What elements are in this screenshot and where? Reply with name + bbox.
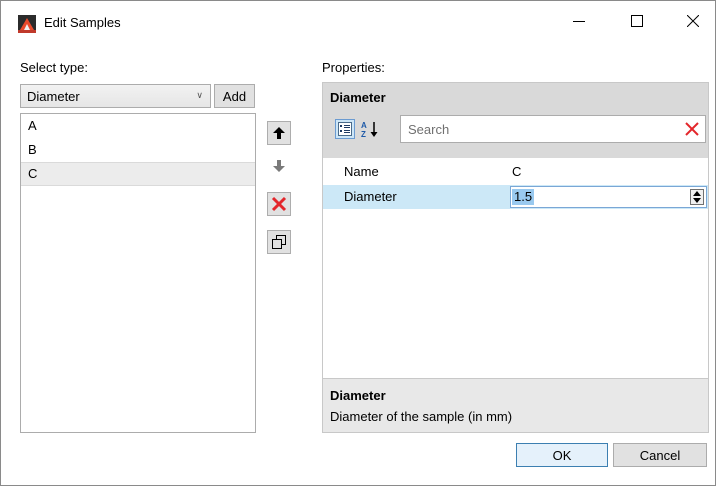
delete-button[interactable]	[267, 192, 291, 216]
categorized-view-button[interactable]	[335, 119, 355, 139]
categorized-icon	[338, 122, 352, 136]
property-row-diameter[interactable]: Diameter 1.5	[323, 185, 708, 209]
cancel-button[interactable]: Cancel	[613, 443, 707, 467]
select-type-label: Select type:	[20, 60, 88, 75]
ok-button[interactable]: OK	[516, 443, 608, 467]
move-down-button[interactable]	[267, 154, 291, 178]
list-item[interactable]: A	[21, 114, 255, 138]
property-grid: Diameter A Z Search Name C Diameter 1.5 …	[322, 82, 709, 433]
property-name: Name	[344, 164, 379, 179]
window-title: Edit Samples	[44, 15, 121, 30]
minimize-icon	[573, 21, 585, 22]
property-value: 1.5	[512, 189, 535, 205]
svg-text:Z: Z	[361, 130, 366, 138]
duplicate-button[interactable]	[267, 230, 291, 254]
delete-x-icon	[271, 196, 287, 212]
copy-icon	[272, 235, 286, 249]
property-name: Diameter	[344, 189, 397, 204]
diameter-value-input[interactable]: 1.5	[510, 186, 707, 208]
close-button[interactable]	[670, 1, 716, 41]
search-placeholder: Search	[408, 122, 450, 137]
spin-up-down-icon	[693, 191, 701, 203]
move-up-button[interactable]	[267, 121, 291, 145]
list-item-selected[interactable]: C	[21, 162, 255, 186]
app-icon	[18, 15, 36, 33]
property-rows: Name C Diameter 1.5	[323, 158, 708, 378]
arrow-up-icon	[273, 127, 285, 139]
samples-list: A B C	[20, 113, 256, 433]
alphabetical-sort-button[interactable]: A Z	[359, 119, 381, 139]
value-spinner[interactable]	[690, 189, 704, 205]
description-title: Diameter	[330, 388, 386, 403]
edit-samples-dialog: Edit Samples Select type: Diameter ∨ Add…	[0, 0, 716, 486]
add-button[interactable]: Add	[214, 84, 255, 108]
properties-label: Properties:	[322, 60, 385, 75]
description-text: Diameter of the sample (in mm)	[330, 409, 513, 424]
list-item-label: C	[28, 166, 38, 181]
property-description: Diameter Diameter of the sample (in mm)	[323, 378, 708, 432]
maximize-icon	[631, 15, 643, 27]
title-bar: Edit Samples	[1, 1, 715, 47]
chevron-down-icon: ∨	[196, 90, 203, 100]
svg-text:A: A	[361, 121, 367, 130]
list-item[interactable]: B	[21, 138, 255, 162]
list-item-label: A	[28, 118, 37, 133]
clear-search-icon[interactable]	[684, 121, 700, 137]
property-row-name[interactable]: Name C	[323, 160, 708, 184]
property-value: C	[512, 164, 522, 179]
close-icon	[687, 15, 699, 27]
list-item-label: B	[28, 142, 37, 157]
type-select-value: Diameter	[27, 88, 80, 104]
arrow-down-icon	[273, 160, 285, 172]
type-select[interactable]: Diameter ∨	[20, 84, 211, 108]
sort-az-icon: A Z	[361, 121, 378, 138]
selected-object-title: Diameter	[330, 90, 386, 105]
minimize-button[interactable]	[556, 1, 602, 41]
maximize-button[interactable]	[614, 1, 660, 41]
property-search-input[interactable]: Search	[400, 115, 706, 143]
